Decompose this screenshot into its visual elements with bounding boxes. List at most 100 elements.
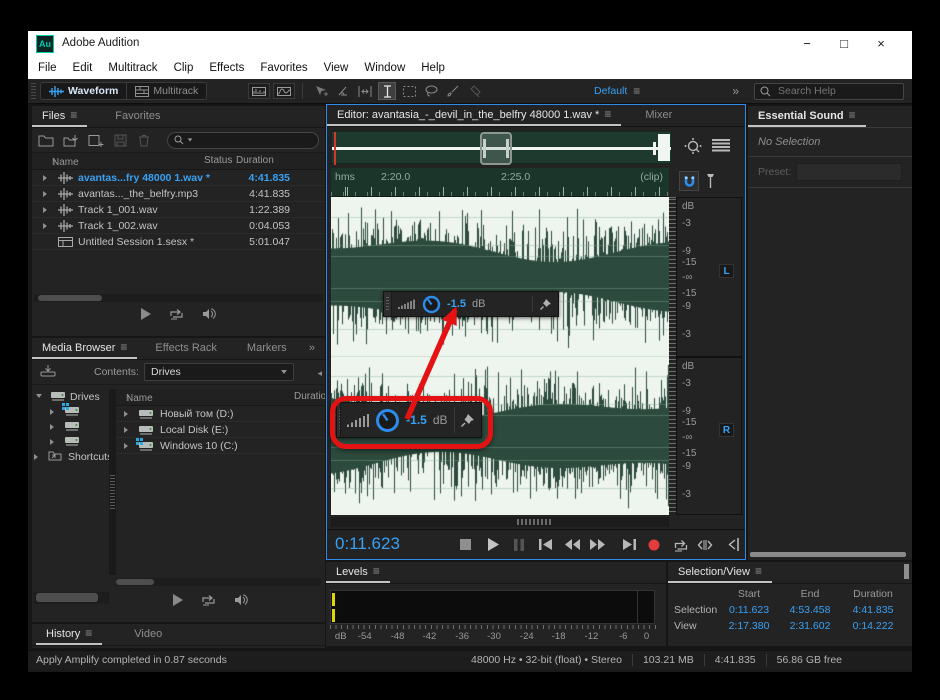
waveform-mode-button[interactable]: Waveform — [40, 82, 127, 100]
lasso-selection-tool-icon[interactable] — [422, 82, 440, 100]
time-value[interactable]: 4:53.458 — [780, 604, 840, 616]
panel-menu-icon[interactable]: ≡ — [755, 564, 762, 578]
multitrack-mode-button[interactable]: Multitrack — [127, 82, 207, 100]
file-row[interactable]: Track 1_002.wav0:04.053 — [32, 218, 325, 234]
expand-chevron-icon[interactable] — [124, 427, 128, 433]
media-list-hscrollbar[interactable] — [116, 578, 321, 586]
amplify-hud[interactable]: -1.5 dB — [383, 291, 559, 317]
drive-row[interactable]: Новый том (D:) — [116, 406, 325, 422]
expand-chevron-icon[interactable] — [43, 175, 47, 181]
essential-sound-scrollbar[interactable] — [750, 552, 906, 557]
volume-knob-icon[interactable] — [375, 408, 400, 433]
marker-pin-icon[interactable] — [705, 173, 716, 189]
waveform-display[interactable] — [331, 197, 669, 515]
time-value[interactable]: 0:14.222 — [840, 620, 906, 632]
slip-tool-icon[interactable] — [356, 82, 374, 100]
tab-essential-sound[interactable]: Essential Sound≡ — [748, 108, 866, 127]
tab-markers[interactable]: Markers — [237, 342, 297, 359]
time-selection-tool-icon[interactable] — [378, 82, 396, 100]
menu-item-multitrack[interactable]: Multitrack — [100, 57, 165, 79]
rewind-button[interactable] — [564, 538, 580, 551]
auto-play-speaker-icon[interactable] — [234, 594, 249, 606]
waveform-display-button[interactable] — [248, 83, 270, 99]
pin-hud-icon[interactable] — [539, 298, 552, 311]
editor-hscrollbar[interactable] — [331, 517, 669, 527]
channel-badge-right[interactable]: R — [719, 423, 734, 437]
tab-selection-view[interactable]: Selection/View≡ — [668, 564, 772, 583]
menu-item-help[interactable]: Help — [413, 57, 453, 79]
import-into-project-icon[interactable] — [40, 364, 56, 378]
tab-video[interactable]: Video — [124, 628, 172, 645]
snap-magnet-icon[interactable] — [679, 171, 699, 191]
hud-drag-handle[interactable] — [337, 403, 341, 437]
files-column-header[interactable]: Name ↑ Status Duration — [32, 153, 325, 170]
stop-button[interactable] — [457, 538, 473, 551]
tracks-list-icon[interactable] — [712, 138, 730, 152]
file-row[interactable]: avantas...fry 48000 1.wav *4:41.835 — [32, 170, 325, 186]
time-value[interactable]: 2:17.380 — [718, 620, 780, 632]
open-file-icon[interactable] — [38, 134, 54, 147]
time-value[interactable]: 0:11.623 — [718, 604, 780, 616]
workspace-selector[interactable]: Default — [594, 85, 627, 97]
search-options-caret[interactable] — [188, 138, 193, 141]
tab-files[interactable]: Files≡ — [32, 108, 87, 127]
scrollbar-thumb[interactable] — [904, 564, 909, 579]
loop-playback-icon[interactable] — [201, 593, 216, 606]
maximize-button[interactable]: □ — [833, 34, 855, 54]
scroll-left-icon[interactable]: ◂ — [317, 368, 322, 379]
expand-chevron-icon[interactable] — [124, 411, 128, 417]
hud-drag-handle[interactable] — [384, 292, 392, 316]
panel-menu-icon[interactable]: ≡ — [70, 108, 77, 122]
media-browser-splitter[interactable] — [109, 389, 116, 575]
tab-levels[interactable]: Levels≡ — [326, 564, 390, 583]
pin-hud-icon[interactable] — [460, 413, 475, 428]
tab-mixer[interactable]: Mixer — [635, 109, 682, 126]
expand-chevron-icon[interactable] — [43, 223, 47, 229]
tab-effects-rack[interactable]: Effects Rack — [145, 342, 227, 359]
file-row[interactable]: avantas..._the_belfry.mp34:41.835 — [32, 186, 325, 202]
zoom-navigator-icon[interactable] — [682, 136, 704, 156]
tab-favorites[interactable]: Favorites — [105, 110, 170, 127]
razor-tool-icon[interactable] — [334, 82, 352, 100]
file-row[interactable]: Track 1_001.wav1:22.389 — [32, 202, 325, 218]
drive-row[interactable]: Windows 10 (C:) — [116, 438, 325, 454]
skip-selection-button[interactable] — [697, 538, 713, 551]
minimize-button[interactable]: − — [796, 34, 818, 54]
overview-navigator[interactable] — [331, 131, 672, 164]
import-file-icon[interactable] — [63, 134, 79, 147]
new-item-icon[interactable] — [88, 134, 104, 147]
expand-chevron-icon[interactable] — [36, 394, 42, 398]
tab-history[interactable]: History≡ — [36, 626, 102, 645]
skip-to-start-button[interactable] — [537, 538, 553, 551]
menu-item-favorites[interactable]: Favorites — [252, 57, 315, 79]
tab-media-browser[interactable]: Media Browser≡ — [32, 340, 137, 359]
menu-item-edit[interactable]: Edit — [65, 57, 101, 79]
panel-menu-icon[interactable]: ≡ — [373, 564, 380, 578]
move-tool-icon[interactable] — [312, 82, 330, 100]
menu-item-view[interactable]: View — [316, 57, 357, 79]
marquee-selection-tool-icon[interactable] — [400, 82, 418, 100]
media-list-header[interactable]: Name ↑ Duration — [116, 389, 325, 406]
panel-menu-icon[interactable]: ≡ — [849, 108, 856, 122]
loop-playback-button[interactable] — [673, 538, 689, 551]
timeline-ruler[interactable]: hms 2:20.0 2:25.0 (clip) — [331, 168, 669, 197]
files-search-input[interactable] — [196, 134, 296, 147]
media-tree-hscrollbar[interactable] — [34, 592, 109, 604]
file-row[interactable]: Untitled Session 1.sesx *5:01.047 — [32, 234, 325, 250]
record-button[interactable] — [646, 538, 662, 551]
play-icon[interactable] — [140, 308, 151, 320]
overview-playhead[interactable] — [334, 132, 336, 165]
spectral-display-button[interactable] — [273, 83, 295, 99]
files-search-box[interactable] — [167, 132, 319, 149]
expand-chevron-icon[interactable] — [50, 409, 54, 415]
tree-item-drives[interactable]: Drives — [32, 389, 109, 404]
playhead-time[interactable]: 0:11.623 — [335, 534, 400, 554]
auto-play-speaker-icon[interactable] — [202, 308, 217, 320]
volume-knob-icon[interactable] — [422, 295, 441, 314]
pause-button[interactable] — [511, 538, 527, 551]
expand-chevron-icon[interactable] — [50, 424, 54, 430]
help-search-input[interactable] — [776, 84, 886, 98]
move-playhead-icon[interactable] — [725, 538, 741, 551]
spot-healing-brush-tool-icon[interactable] — [466, 82, 484, 100]
expand-chevron-icon[interactable] — [43, 191, 47, 197]
